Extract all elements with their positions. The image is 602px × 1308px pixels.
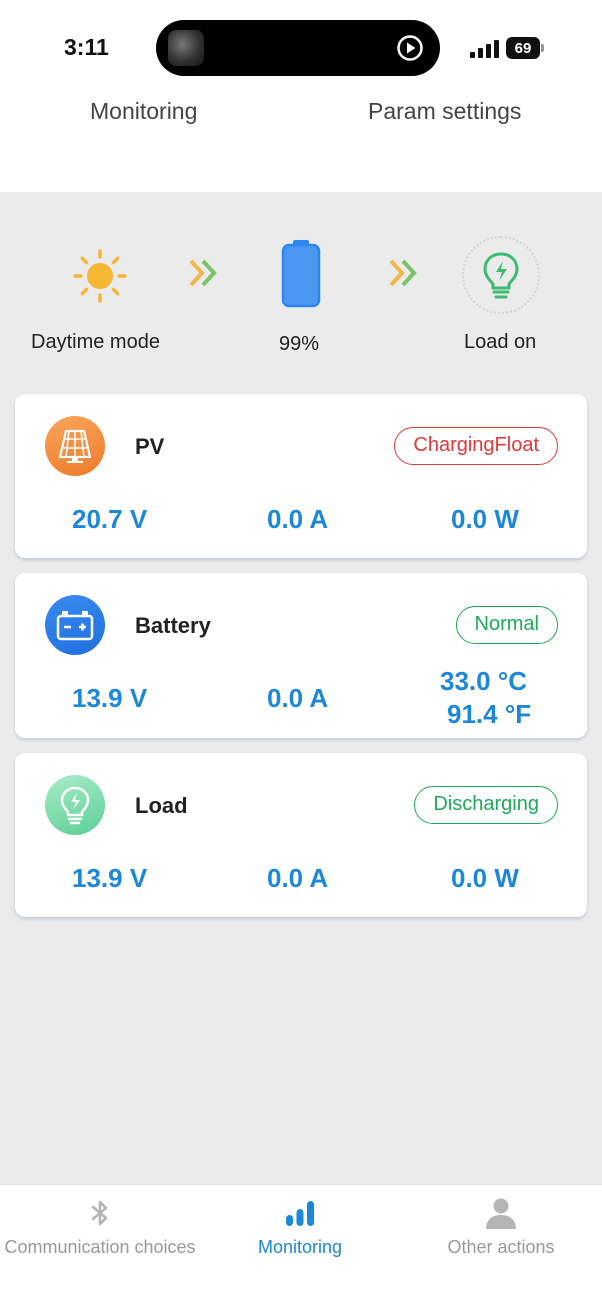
battery-tip	[541, 44, 544, 52]
battery-soc: 99%	[279, 333, 320, 355]
load-state-label: Load on	[464, 331, 537, 353]
sun-icon	[73, 249, 127, 303]
battery-icon	[281, 240, 321, 308]
load-card[interactable]: Load Discharging 13.9 V 0.0 A 0.0 W	[15, 753, 587, 917]
bottom-nav: Communication choices Monitoring Other a…	[0, 1184, 602, 1308]
battery-current: 0.0 A	[267, 683, 329, 713]
pv-title: PV	[135, 434, 165, 459]
nav-label-monitoring: Monitoring	[257, 1237, 343, 1257]
signal-icon	[470, 40, 499, 58]
pv-power: 0.0 W	[451, 504, 519, 534]
bluetooth-icon	[91, 1200, 108, 1226]
pv-status-badge: ChargingFloat	[394, 427, 558, 465]
battery-status-badge: Normal	[455, 606, 558, 644]
dynamic-island[interactable]	[156, 20, 440, 76]
tab-param-settings[interactable]: Param settings	[368, 98, 521, 125]
status-time: 3:11	[64, 34, 109, 60]
media-thumbnail	[168, 30, 204, 66]
load-title: Load	[135, 793, 188, 818]
nav-communication-choices[interactable]: Communication choices	[0, 1185, 200, 1308]
tab-monitoring[interactable]: Monitoring	[90, 98, 197, 125]
nav-label-communication: Communication choices	[4, 1237, 196, 1257]
load-voltage: 13.9 V	[72, 863, 148, 893]
pv-voltage: 20.7 V	[72, 504, 148, 534]
battery-level: 69	[514, 39, 532, 57]
battery-voltage: 13.9 V	[72, 683, 148, 713]
mode-label: Daytime mode	[31, 331, 160, 353]
battery-title: Battery	[135, 613, 211, 638]
battery-card[interactable]: Battery Normal 13.9 V 0.0 A 33.0 °C 91.4…	[15, 573, 587, 738]
pv-current: 0.0 A	[267, 504, 329, 534]
lightbulb-icon	[483, 252, 519, 299]
bar-chart-icon	[286, 1201, 314, 1226]
car-battery-icon	[45, 595, 105, 655]
lightbulb-icon	[45, 775, 105, 835]
battery-status-icon: 69	[506, 37, 540, 59]
double-chevron-icon	[389, 259, 417, 287]
battery-temp-celsius: 33.0 °C	[440, 666, 528, 696]
solar-panel-icon	[45, 416, 105, 476]
play-icon[interactable]	[396, 34, 424, 62]
battery-temp-fahrenheit: 91.4 °F	[447, 699, 532, 729]
load-power: 0.0 W	[451, 863, 519, 893]
header: 3:11 69 Monitoring Param settings	[0, 0, 602, 192]
nav-label-other-actions: Other actions	[447, 1237, 555, 1257]
load-current: 0.0 A	[267, 863, 329, 893]
energy-flow: Daytime mode 99% Load on	[0, 192, 602, 392]
double-chevron-icon	[189, 259, 217, 287]
person-icon	[486, 1198, 516, 1229]
nav-monitoring[interactable]: Monitoring	[200, 1185, 400, 1308]
nav-other-actions[interactable]: Other actions	[401, 1185, 601, 1308]
pv-card[interactable]: PV ChargingFloat 20.7 V 0.0 A 0.0 W	[15, 394, 587, 558]
load-indicator	[462, 236, 540, 314]
load-status-badge: Discharging	[414, 786, 558, 824]
